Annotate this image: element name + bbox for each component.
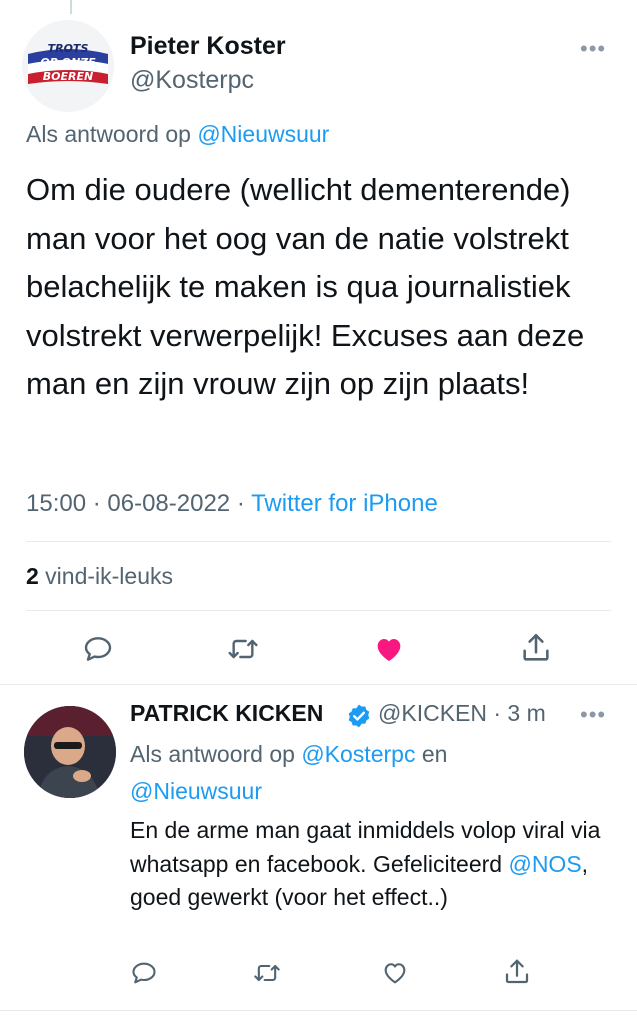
- tweet-source-link[interactable]: Twitter for iPhone: [251, 490, 438, 517]
- replying-to: Als antwoord op @Kosterpc en @Nieuwsuur: [130, 736, 570, 810]
- divider: [26, 541, 611, 542]
- reply-author-avatar[interactable]: [24, 706, 116, 798]
- meta-separator: ·: [230, 490, 252, 517]
- tweet-divider: [0, 1010, 637, 1011]
- reply-author-name[interactable]: PATRICK KICKEN: [130, 700, 323, 727]
- author-handle[interactable]: @Kosterpc: [130, 66, 254, 95]
- share-icon[interactable]: [500, 955, 534, 989]
- meta-separator: ·: [86, 490, 108, 517]
- reply-mention-link[interactable]: @Nieuwsuur: [130, 778, 262, 804]
- thread-connector-line: [70, 0, 72, 14]
- avatar-logo-text: TROTS OP ONZE BOEREN: [40, 42, 96, 83]
- author-name[interactable]: Pieter Koster: [130, 32, 286, 61]
- author-avatar[interactable]: TROTS OP ONZE BOEREN: [22, 20, 114, 112]
- tweet-date[interactable]: 06-08-2022: [107, 490, 230, 517]
- like-icon[interactable]: [378, 957, 412, 989]
- reply-tweet-text: En de arme man gaat inmiddels volop vira…: [130, 814, 620, 915]
- divider: [26, 610, 611, 611]
- like-icon-filled[interactable]: [370, 631, 408, 667]
- tweet-divider: [0, 684, 637, 685]
- replying-to: Als antwoord op @Nieuwsuur: [26, 121, 329, 148]
- replying-to-label: Als antwoord op: [130, 741, 302, 767]
- retweet-icon[interactable]: [224, 631, 262, 667]
- verified-badge-icon: [346, 703, 372, 729]
- retweet-icon[interactable]: [250, 957, 284, 989]
- like-count-label: vind-ik-leuks: [38, 563, 174, 589]
- reply-mention-link[interactable]: @Nieuwsuur: [197, 121, 329, 147]
- replying-to-join: en: [415, 741, 448, 767]
- reply-author-handle-time: @KICKEN · 3 m: [378, 700, 546, 727]
- more-options-icon[interactable]: •••: [580, 702, 606, 728]
- reply-time-ago[interactable]: · 3 m: [487, 700, 545, 726]
- like-count-number: 2: [26, 563, 39, 589]
- more-options-icon[interactable]: •••: [580, 36, 606, 62]
- mention-link[interactable]: @NOS: [508, 851, 581, 877]
- tweet-metadata: 15:00 · 06-08-2022 · Twitter for iPhone: [26, 490, 438, 518]
- reply-icon[interactable]: [80, 631, 116, 667]
- reply-author-handle[interactable]: @KICKEN: [378, 700, 487, 726]
- likes-count[interactable]: 2 vind-ik-leuks: [26, 563, 173, 590]
- replying-to-label: Als antwoord op: [26, 121, 198, 147]
- tweet-time[interactable]: 15:00: [26, 490, 86, 517]
- reply-mention-link[interactable]: @Kosterpc: [301, 741, 415, 767]
- tweet-text: Om die oudere (wellicht dementerende) ma…: [26, 172, 585, 401]
- share-icon[interactable]: [517, 629, 555, 667]
- reply-icon[interactable]: [128, 957, 160, 989]
